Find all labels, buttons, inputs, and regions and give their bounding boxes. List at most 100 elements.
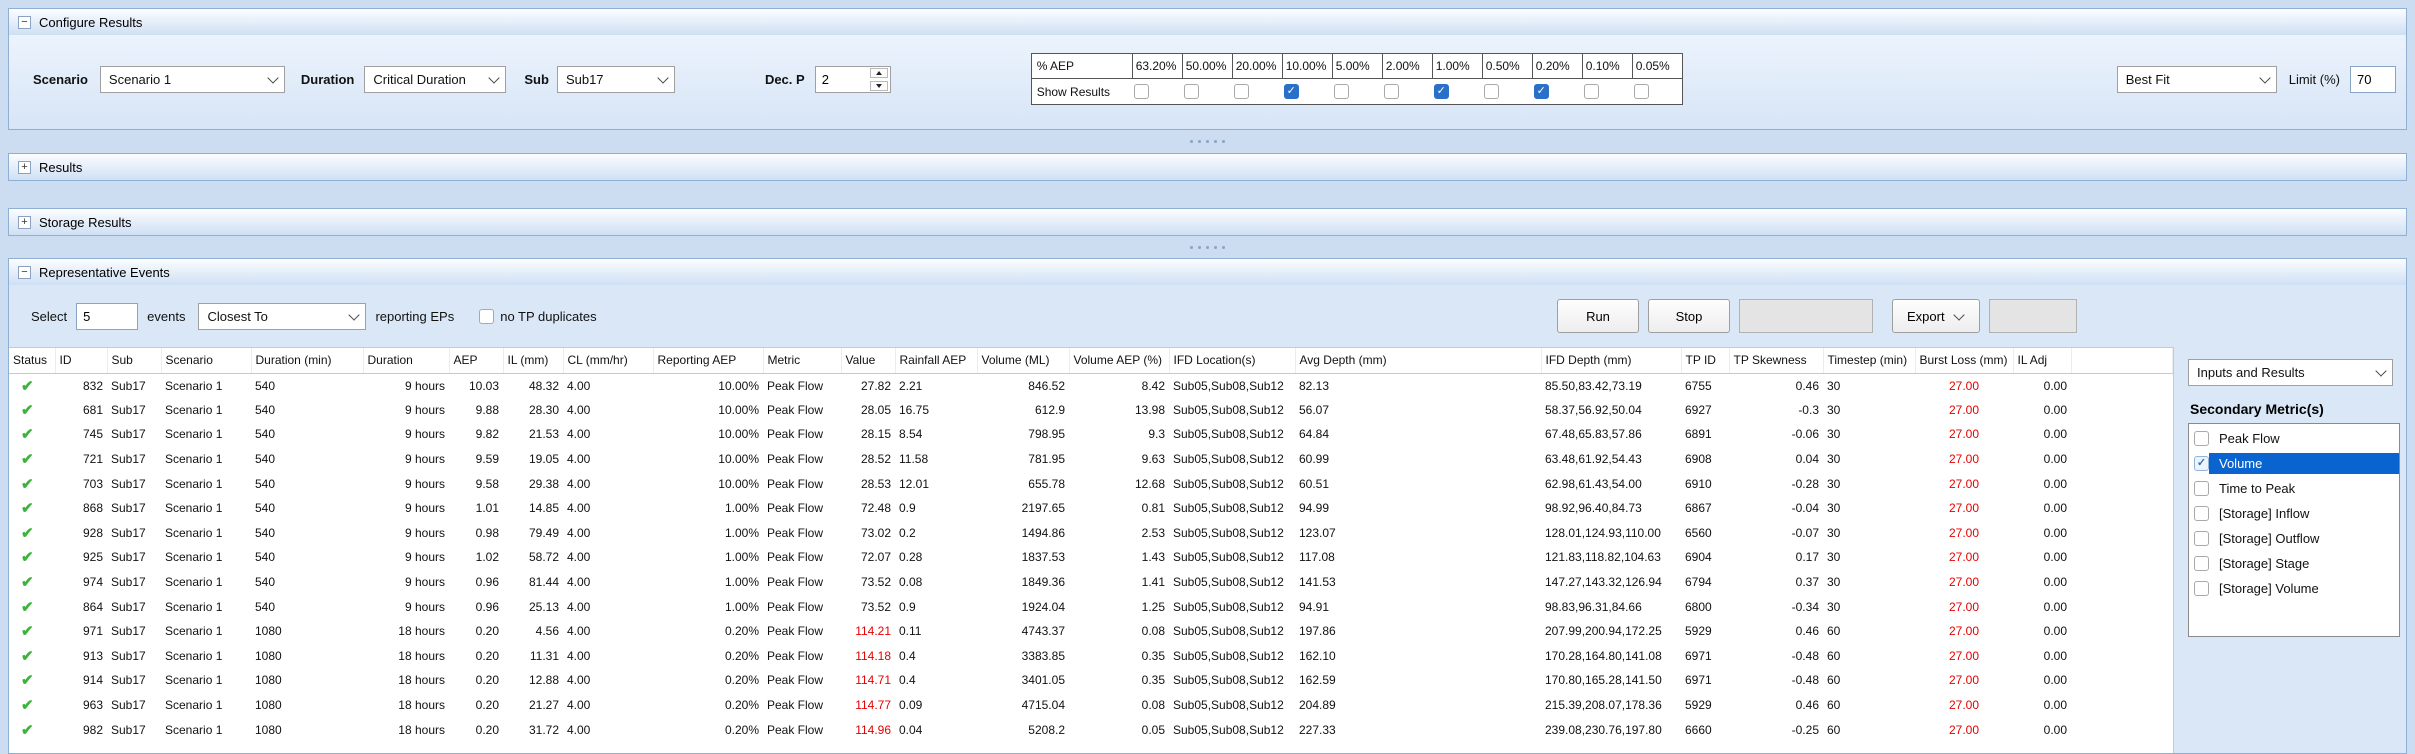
table-row[interactable]: ✔963Sub17Scenario 1108018 hours0.2021.27… [9, 693, 2173, 718]
duration-select[interactable]: Critical Duration [364, 66, 506, 93]
table-row[interactable]: ✔864Sub17Scenario 15409 hours0.9625.134.… [9, 594, 2173, 619]
column-header-volume_aep[interactable]: Volume AEP (%) [1069, 348, 1169, 373]
sub-select[interactable]: Sub17 [557, 66, 675, 93]
column-header-timestep[interactable]: Timestep (min) [1823, 348, 1915, 373]
column-header-volume_ml[interactable]: Volume (ML) [977, 348, 1069, 373]
stop-button[interactable]: Stop [1648, 299, 1730, 333]
metric-item-storage-outflow[interactable]: [Storage] Outflow [2189, 526, 2399, 551]
column-header-sub[interactable]: Sub [107, 348, 161, 373]
scenario-select[interactable]: Scenario 1 [100, 66, 285, 93]
checkbox-icon[interactable]: ✓ [1434, 84, 1449, 99]
cell-volume_aep: 0.05 [1069, 717, 1169, 742]
storage-results-header[interactable]: + Storage Results [9, 209, 2406, 235]
cell-duration: 9 hours [363, 594, 449, 619]
checkbox-icon[interactable]: ✓ [1284, 84, 1299, 99]
column-header-aep[interactable]: AEP [449, 348, 503, 373]
checkbox-icon[interactable] [1234, 84, 1249, 99]
metric-item-time-to-peak[interactable]: Time to Peak [2189, 476, 2399, 501]
checkbox-icon[interactable] [1634, 84, 1649, 99]
splitter-handle[interactable] [8, 242, 2407, 253]
best-fit-select[interactable]: Best Fit [2117, 66, 2277, 93]
table-row[interactable]: ✔681Sub17Scenario 15409 hours9.8828.304.… [9, 398, 2173, 423]
table-row[interactable]: ✔745Sub17Scenario 15409 hours9.8221.534.… [9, 422, 2173, 447]
column-header-avg_depth[interactable]: Avg Depth (mm) [1295, 348, 1541, 373]
metric-item-peak-flow[interactable]: Peak Flow [2189, 426, 2399, 451]
view-mode-select[interactable]: Inputs and Results [2188, 359, 2393, 386]
representative-events-header[interactable]: − Representative Events [9, 259, 2406, 285]
chevron-down-icon [1953, 300, 1965, 332]
column-header-cl[interactable]: CL (mm/hr) [563, 348, 653, 373]
cell-duration: 9 hours [363, 545, 449, 570]
splitter-handle[interactable] [8, 189, 2407, 200]
checkbox-icon[interactable] [1584, 84, 1599, 99]
checkbox-icon[interactable] [2194, 481, 2209, 496]
spinner-up-icon[interactable] [870, 68, 888, 78]
expand-icon[interactable]: + [18, 161, 31, 174]
configure-results-header[interactable]: − Configure Results [9, 9, 2406, 35]
checkbox-icon[interactable] [2194, 581, 2209, 596]
checkbox-icon[interactable] [2194, 531, 2209, 546]
closest-to-select[interactable]: Closest To [198, 303, 366, 330]
cell-sub: Sub17 [107, 545, 161, 570]
run-button[interactable]: Run [1557, 299, 1639, 333]
table-row[interactable]: ✔868Sub17Scenario 15409 hours1.0114.854.… [9, 496, 2173, 521]
column-header-ifd_locations[interactable]: IFD Location(s) [1169, 348, 1295, 373]
table-row[interactable]: ✔971Sub17Scenario 1108018 hours0.204.564… [9, 619, 2173, 644]
metric-item-volume[interactable]: ✓Volume [2189, 451, 2399, 476]
table-row[interactable]: ✔703Sub17Scenario 15409 hours9.5829.384.… [9, 471, 2173, 496]
results-header[interactable]: + Results [9, 154, 2406, 180]
column-header-ifd_depth[interactable]: IFD Depth (mm) [1541, 348, 1681, 373]
metric-item-storage-inflow[interactable]: [Storage] Inflow [2189, 501, 2399, 526]
column-header-il[interactable]: IL (mm) [503, 348, 563, 373]
checkbox-icon[interactable] [479, 309, 494, 324]
column-header-duration[interactable]: Duration [363, 348, 449, 373]
select-count-input[interactable] [76, 303, 138, 330]
table-row[interactable]: ✔974Sub17Scenario 15409 hours0.9681.444.… [9, 570, 2173, 595]
table-row[interactable]: ✔928Sub17Scenario 15409 hours0.9879.494.… [9, 521, 2173, 546]
metric-item-storage-stage[interactable]: [Storage] Stage [2189, 551, 2399, 576]
table-row[interactable]: ✔721Sub17Scenario 15409 hours9.5919.054.… [9, 447, 2173, 472]
table-row[interactable]: ✔925Sub17Scenario 15409 hours1.0258.724.… [9, 545, 2173, 570]
column-header-duration_min[interactable]: Duration (min) [251, 348, 363, 373]
decimal-places-stepper[interactable] [815, 66, 891, 93]
column-header-burst_loss[interactable]: Burst Loss (mm) [1915, 348, 2013, 373]
column-header-il_adj[interactable]: IL Adj [2013, 348, 2071, 373]
cell-il_adj: 0.00 [2013, 570, 2071, 595]
expand-icon[interactable]: + [18, 216, 31, 229]
column-header-status[interactable]: Status [9, 348, 55, 373]
checkbox-icon[interactable]: ✓ [1534, 84, 1549, 99]
checkbox-icon[interactable] [1334, 84, 1349, 99]
checkbox-icon[interactable]: ✓ [2194, 456, 2209, 471]
metric-item-storage-volume[interactable]: [Storage] Volume [2189, 576, 2399, 601]
decimal-places-input[interactable] [816, 67, 868, 92]
table-row[interactable]: ✔982Sub17Scenario 1108018 hours0.2031.72… [9, 717, 2173, 742]
cell-reporting_aep: 10.00% [653, 447, 763, 472]
column-header-tp_id[interactable]: TP ID [1681, 348, 1729, 373]
table-row[interactable]: ✔914Sub17Scenario 1108018 hours0.2012.88… [9, 668, 2173, 693]
checkbox-icon[interactable] [2194, 431, 2209, 446]
column-header-value[interactable]: Value [841, 348, 895, 373]
checkbox-icon[interactable] [1484, 84, 1499, 99]
checkbox-icon[interactable] [1184, 84, 1199, 99]
column-header-scenario[interactable]: Scenario [161, 348, 251, 373]
table-row[interactable]: ✔913Sub17Scenario 1108018 hours0.2011.31… [9, 644, 2173, 669]
export-button[interactable]: Export [1892, 299, 1980, 333]
aep-column-label: 0.50% [1482, 54, 1532, 78]
column-header-reporting_aep[interactable]: Reporting AEP [653, 348, 763, 373]
table-row[interactable]: ✔832Sub17Scenario 15409 hours10.0348.324… [9, 373, 2173, 398]
column-header-id[interactable]: ID [55, 348, 107, 373]
checkbox-icon[interactable] [2194, 506, 2209, 521]
limit-input[interactable] [2350, 66, 2396, 93]
spinner-down-icon[interactable] [870, 81, 888, 91]
checkbox-icon[interactable] [1134, 84, 1149, 99]
checkbox-icon[interactable] [1384, 84, 1399, 99]
cell-ifd_locations: Sub05,Sub08,Sub12 [1169, 422, 1295, 447]
splitter-handle[interactable] [8, 136, 2407, 147]
collapse-icon[interactable]: − [18, 266, 31, 279]
column-header-rainfall_aep[interactable]: Rainfall AEP [895, 348, 977, 373]
no-tp-duplicates-option[interactable]: no TP duplicates [479, 309, 596, 324]
column-header-tp_skewness[interactable]: TP Skewness [1729, 348, 1823, 373]
checkbox-icon[interactable] [2194, 556, 2209, 571]
column-header-metric[interactable]: Metric [763, 348, 841, 373]
collapse-icon[interactable]: − [18, 16, 31, 29]
